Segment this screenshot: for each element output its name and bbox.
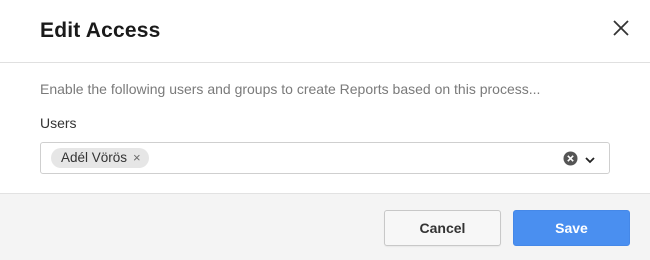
chevron-down-icon[interactable] bbox=[584, 153, 596, 165]
user-chip: Adél Vörös × bbox=[51, 148, 149, 168]
remove-chip-icon[interactable]: × bbox=[133, 148, 141, 168]
dialog-footer: Cancel Save bbox=[0, 193, 650, 260]
save-button[interactable]: Save bbox=[513, 210, 630, 246]
dialog-header: Edit Access bbox=[0, 0, 650, 63]
users-multiselect[interactable]: Adél Vörös × bbox=[40, 142, 610, 174]
dialog-description: Enable the following users and groups to… bbox=[40, 81, 541, 97]
clear-all-icon[interactable] bbox=[563, 151, 578, 166]
user-chip-label: Adél Vörös bbox=[61, 150, 128, 165]
users-label: Users bbox=[40, 115, 77, 131]
dialog-body: Enable the following users and groups to… bbox=[0, 63, 650, 193]
edit-access-dialog: Edit Access Enable the following users a… bbox=[0, 0, 650, 260]
cancel-button[interactable]: Cancel bbox=[384, 210, 501, 246]
dialog-title: Edit Access bbox=[40, 19, 161, 42]
close-icon[interactable] bbox=[611, 18, 631, 38]
